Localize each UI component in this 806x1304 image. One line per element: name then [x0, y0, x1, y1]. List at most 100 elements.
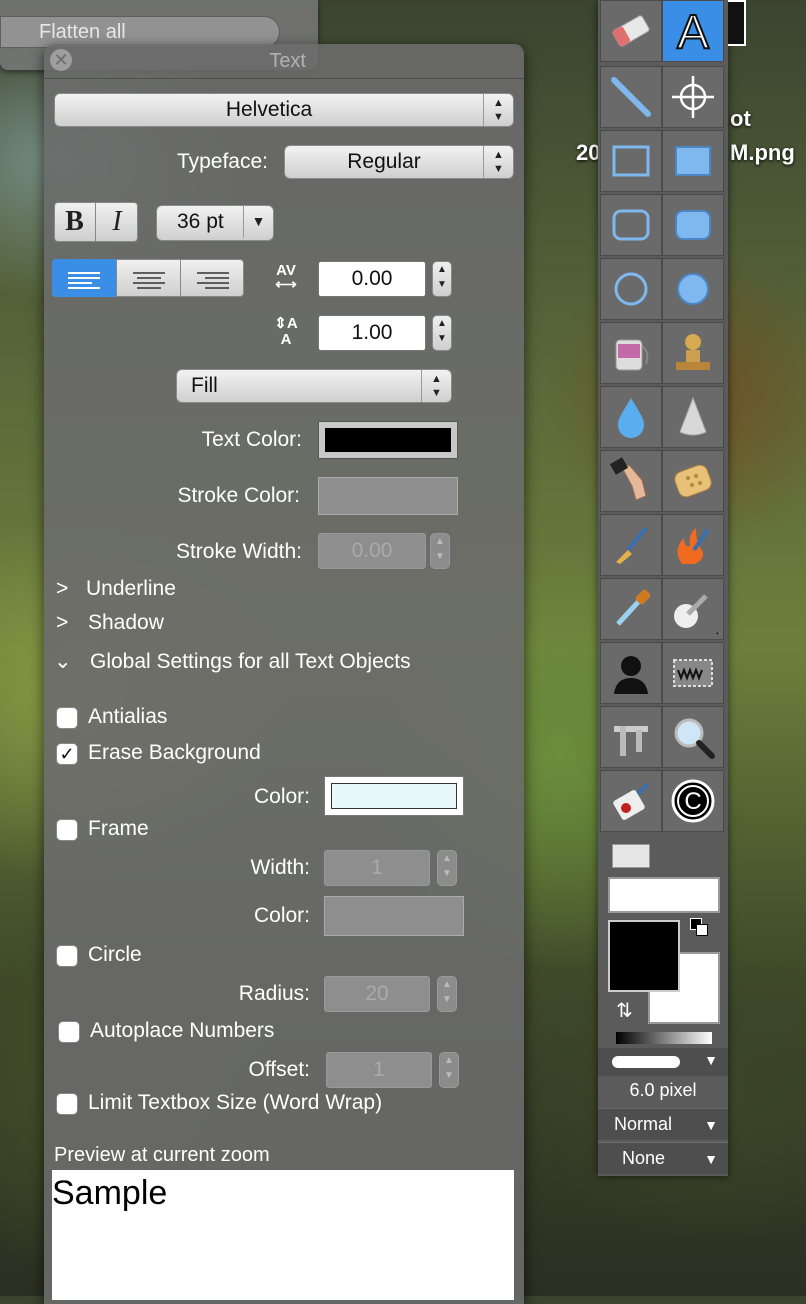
selection-tool-icon[interactable]	[662, 642, 724, 704]
shadow-disclosure[interactable]: > Shadow	[56, 611, 164, 635]
chevron-down-icon: ▼	[704, 1151, 718, 1167]
font-size-combo[interactable]: 36 pt ▼	[156, 205, 274, 241]
preview-area: Sample	[52, 1170, 514, 1300]
stroke-width-stepper[interactable]: ▲ ▼	[430, 533, 450, 569]
tracking-stepper[interactable]: ▲ ▼	[432, 261, 452, 297]
tracking-field[interactable]: 0.00	[318, 261, 426, 297]
sponge-tool-icon[interactable]	[662, 450, 724, 512]
foreground-color-well[interactable]	[608, 920, 680, 992]
brush-tool-icon[interactable]	[600, 514, 662, 576]
text-color-swatch	[325, 428, 451, 452]
ellipse-filled-tool-icon[interactable]	[662, 258, 724, 320]
font-family-popup[interactable]: Helvetica ▲ ▼	[54, 93, 514, 127]
line-spacing-field[interactable]: 1.00	[318, 315, 426, 351]
italic-button[interactable]: I	[96, 202, 138, 242]
zoom-magnifier-tool-icon[interactable]	[662, 706, 724, 768]
radius-field[interactable]: 20	[324, 976, 430, 1012]
burn-brush-tool-icon[interactable]	[662, 514, 724, 576]
shadow-label: Shadow	[88, 611, 164, 634]
frame-width-field[interactable]: 1	[324, 850, 430, 886]
radius-label: Radius:	[238, 982, 310, 1005]
underline-disclosure[interactable]: > Underline	[56, 577, 176, 601]
offset-stepper[interactable]: ▲ ▼	[439, 1052, 459, 1088]
svg-text:A: A	[677, 6, 709, 58]
align-center-icon	[133, 272, 165, 289]
align-left-icon	[68, 272, 100, 289]
desktop-file-label-2a[interactable]: 20	[576, 140, 600, 166]
caliper-tool-icon[interactable]	[600, 706, 662, 768]
panel-title: Text	[269, 50, 306, 72]
antialias-checkbox[interactable]	[56, 707, 78, 729]
font-family-value: Helvetica	[225, 98, 313, 121]
bold-button[interactable]: B	[54, 202, 96, 242]
chevron-down-icon[interactable]: ▼	[243, 206, 273, 238]
popup-arrows-icon: ▲ ▼	[483, 146, 513, 178]
offset-field[interactable]: 1	[326, 1052, 432, 1088]
text-color-well[interactable]	[318, 421, 458, 459]
pattern-swatch[interactable]	[612, 844, 650, 868]
crosshair-tool-icon[interactable]	[662, 66, 724, 128]
circle-checkbox[interactable]	[56, 945, 78, 967]
line-tool-icon[interactable]	[600, 66, 662, 128]
glue-tube-tool-icon[interactable]	[600, 770, 662, 832]
erase-color-well[interactable]	[324, 776, 464, 816]
opacity-gradient-bar[interactable]	[616, 1032, 712, 1044]
default-colors-icon[interactable]	[690, 918, 708, 936]
fill-mode-popup[interactable]: Fill ▲ ▼	[176, 369, 452, 403]
desktop-file-label-2b[interactable]: M.png	[730, 140, 795, 166]
background-window-edge	[728, 0, 746, 46]
limit-textbox-label: Limit Textbox Size (Word Wrap)	[88, 1091, 383, 1114]
rounded-rect-filled-tool-icon[interactable]	[662, 194, 724, 256]
erase-background-checkbox[interactable]: ✓	[56, 743, 78, 765]
line-spacing-icon: ⇕A A	[274, 315, 298, 348]
desktop-file-label-1[interactable]: ot	[730, 106, 751, 132]
limit-textbox-checkbox[interactable]	[56, 1093, 78, 1115]
fill-option-popup[interactable]: None ▼	[598, 1142, 728, 1174]
stamp-tool-icon[interactable]	[662, 322, 724, 384]
align-left-button[interactable]	[52, 259, 116, 297]
blend-mode-value: Normal	[614, 1114, 673, 1134]
gradient-preview[interactable]	[608, 877, 720, 913]
rectangle-outline-tool-icon[interactable]	[600, 130, 662, 192]
silhouette-tool-icon[interactable]	[600, 642, 662, 704]
text-color-label: Text Color:	[201, 428, 302, 451]
text-panel: ✕ Text Helvetica ▲ ▼ Typeface: Regular ▲ ▼…	[44, 44, 524, 1304]
frame-checkbox[interactable]	[56, 819, 78, 841]
copyright-tool-icon[interactable]: C	[662, 770, 724, 832]
align-center-button[interactable]	[116, 259, 180, 297]
ellipse-outline-tool-icon[interactable]	[600, 258, 662, 320]
color-picker-tool-icon[interactable]	[662, 578, 724, 640]
typeface-popup[interactable]: Regular ▲ ▼	[284, 145, 514, 179]
rectangle-filled-tool-icon[interactable]	[662, 130, 724, 192]
rounded-rect-outline-tool-icon[interactable]	[600, 194, 662, 256]
brush-shape-preview	[612, 1056, 680, 1068]
swap-colors-icon[interactable]: ⇅	[616, 998, 633, 1023]
frame-color-label: Color:	[253, 904, 310, 927]
blur-drop-tool-icon[interactable]	[600, 386, 662, 448]
global-settings-label: Global Settings for all Text Objects	[90, 650, 411, 673]
paint-bucket-tool-icon[interactable]	[600, 322, 662, 384]
frame-width-stepper[interactable]: ▲ ▼	[437, 850, 457, 886]
brush-shape-popup[interactable]: ▼	[598, 1048, 728, 1076]
autoplace-checkbox[interactable]	[58, 1021, 80, 1043]
eyedropper-tool-icon[interactable]	[600, 578, 662, 640]
global-settings-disclosure[interactable]: ⌄ Global Settings for all Text Objects	[54, 649, 411, 674]
blend-mode-popup[interactable]: Normal ▼	[598, 1108, 728, 1140]
frame-color-well[interactable]	[324, 896, 464, 936]
smudge-finger-tool-icon[interactable]	[600, 450, 662, 512]
circle-label: Circle	[88, 943, 142, 966]
radius-stepper[interactable]: ▲ ▼	[437, 976, 457, 1012]
text-tool-icon[interactable]: A	[662, 0, 724, 62]
stroke-color-label: Stroke Color:	[177, 484, 300, 507]
line-spacing-stepper[interactable]: ▲ ▼	[432, 315, 452, 351]
sharpen-cone-tool-icon[interactable]	[662, 386, 724, 448]
eraser-tool-icon[interactable]	[600, 0, 662, 62]
erase-color-label: Color:	[253, 785, 310, 808]
popup-arrows-icon: ▲ ▼	[421, 370, 451, 402]
align-right-button[interactable]	[180, 259, 244, 297]
stroke-width-field[interactable]: 0.00	[318, 533, 426, 569]
stroke-color-well[interactable]	[318, 477, 458, 515]
fill-option-value: None	[622, 1148, 666, 1168]
svg-text:C: C	[684, 788, 701, 815]
chevron-down-icon: ⌄	[54, 650, 72, 673]
